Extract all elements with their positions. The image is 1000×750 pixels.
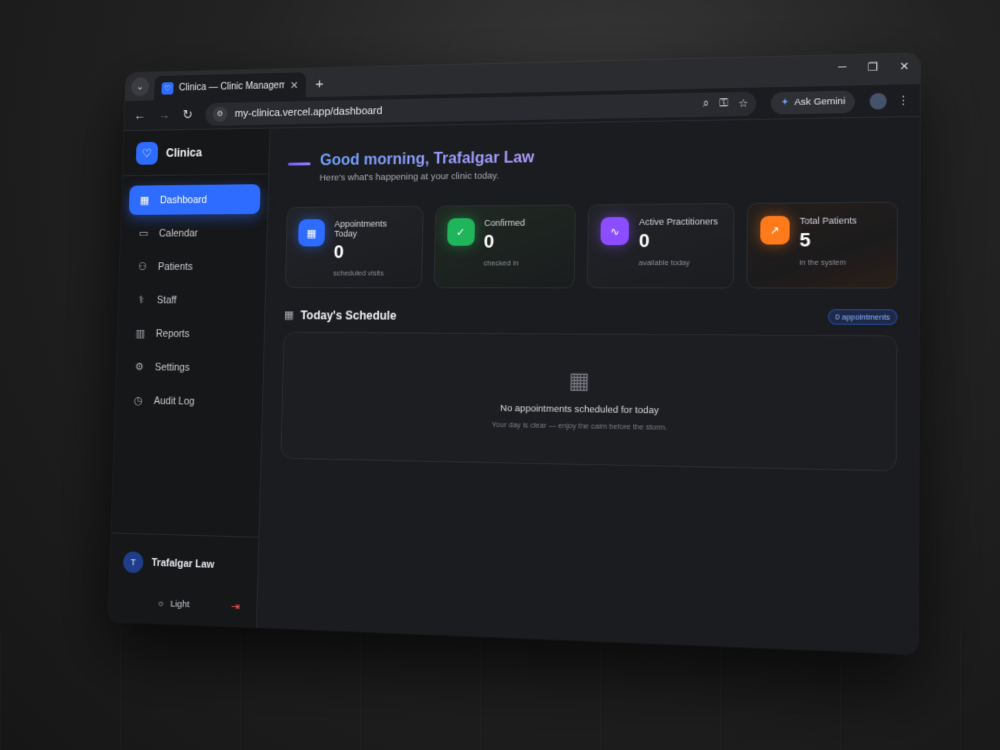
sidebar-footer: T Trafalgar Law ☼ Light ⇥ [108, 532, 259, 628]
stats-row: ▦ Appointments Today 0 scheduled visits … [284, 201, 899, 289]
sidebar-item-label: Dashboard [159, 193, 208, 206]
schedule-header: ▦ Today's Schedule 0 appointments [284, 308, 898, 325]
profile-avatar-icon[interactable] [869, 92, 887, 110]
url-text: my-clinica.vercel.app/dashboard [234, 104, 383, 120]
avatar: T [122, 551, 144, 574]
stat-card-appointments: ▦ Appointments Today 0 scheduled visits [284, 205, 424, 289]
users-icon: ⚇ [137, 261, 148, 273]
main-content: Good morning, Trafalgar Law Here's what'… [257, 117, 920, 654]
sidebar-item-label: Audit Log [153, 394, 195, 408]
sidebar-item-staff[interactable]: ⚕ Staff [126, 285, 258, 315]
empty-state-subtitle: Your day is clear — enjoy the calm befor… [491, 419, 668, 432]
sidebar-item-label: Reports [155, 327, 190, 340]
theme-label: Light [170, 598, 190, 611]
clock-icon: ◷ [133, 395, 143, 407]
tab-close-icon[interactable]: ✕ [290, 79, 299, 92]
sun-icon: ☼ [156, 598, 165, 610]
schedule-empty-state: ▦ No appointments scheduled for today Yo… [280, 331, 898, 472]
restore-icon[interactable]: ❐ [868, 60, 879, 74]
greeting-header: Good morning, Trafalgar Law Here's what'… [288, 144, 899, 184]
stat-label: Confirmed [484, 217, 526, 228]
tab-search-button[interactable]: ⌄ [130, 77, 150, 97]
sidebar-item-label: Settings [154, 361, 190, 374]
bookmark-star-icon[interactable]: ☆ [738, 97, 748, 110]
appointments-count-badge: 0 appointments [827, 309, 898, 325]
page-title: Good morning, Trafalgar Law [319, 149, 535, 170]
sidebar-item-audit-log[interactable]: ◷ Audit Log [122, 385, 255, 417]
sidebar-nav: ▦ Dashboard ▭ Calendar ⚇ Patients ⚕ Staf… [111, 174, 268, 536]
tab-title: Clinica — Clinic Management S [178, 80, 285, 93]
sidebar-item-dashboard[interactable]: ▦ Dashboard [128, 184, 261, 215]
stage: ⌄ ♡ Clinica — Clinic Management S ✕ + ─ … [0, 0, 1000, 750]
calendar-icon: ▦ [283, 309, 295, 322]
gemini-spark-icon: ✦ [780, 96, 790, 109]
brand-name: Clinica [165, 145, 203, 160]
stat-sub: in the system [799, 257, 847, 267]
stat-card-practitioners: ∿ Active Practitioners 0 available today [586, 203, 735, 289]
heart-logo-icon: ♡ [135, 141, 159, 165]
logout-icon[interactable]: ⇥ [231, 600, 240, 613]
calendar-icon: ▦ [298, 219, 326, 247]
kebab-menu-icon[interactable]: ⋮ [897, 94, 909, 108]
section-title: ▦ Today's Schedule [284, 308, 397, 322]
empty-calendar-icon: ▦ [568, 367, 590, 394]
user-name: Trafalgar Law [151, 557, 215, 571]
browser-tab[interactable]: ♡ Clinica — Clinic Management S ✕ [154, 72, 307, 101]
reload-icon[interactable]: ↻ [182, 107, 192, 122]
ask-gemini-button[interactable]: ✦ Ask Gemini [771, 90, 855, 115]
sidebar-item-calendar[interactable]: ▭ Calendar [128, 218, 260, 248]
stat-value: 0 [333, 242, 345, 263]
omnibox-actions: ⌕ ⚿ ☆ [703, 97, 749, 111]
favicon-icon: ♡ [161, 81, 174, 95]
browser-window: ⌄ ♡ Clinica — Clinic Management S ✕ + ─ … [108, 53, 921, 655]
page-subtitle: Here's what's happening at your clinic t… [319, 170, 500, 184]
sidebar-item-label: Calendar [158, 227, 199, 239]
stat-sub: available today [638, 258, 690, 268]
sidebar-footer-actions: ☼ Light ⇥ [122, 596, 244, 613]
theme-toggle-button[interactable]: ☼ Light [157, 598, 190, 610]
stat-label: Active Practitioners [639, 216, 718, 227]
minimize-icon[interactable]: ─ [838, 61, 846, 74]
calendar-icon: ▭ [138, 228, 149, 240]
stat-label: Total Patients [799, 215, 857, 226]
sidebar-item-patients[interactable]: ⚇ Patients [127, 251, 259, 281]
user-profile[interactable]: T Trafalgar Law [122, 551, 245, 577]
grid-icon: ▦ [139, 194, 150, 207]
gemini-label: Ask Gemini [794, 95, 846, 109]
stat-value: 5 [799, 230, 811, 252]
zoom-icon[interactable]: ⌕ [703, 98, 709, 111]
stat-sub: scheduled visits [333, 268, 384, 278]
app-root: ♡ Clinica ▦ Dashboard ▭ Calendar ⚇ Patie… [108, 117, 919, 654]
gear-icon: ⚙ [134, 361, 145, 374]
empty-state-title: No appointments scheduled for today [500, 402, 659, 417]
forward-arrow-icon[interactable]: → [158, 108, 170, 122]
sidebar-item-label: Staff [156, 294, 177, 306]
greeting-accent-bar [288, 162, 311, 166]
brand: ♡ Clinica [122, 128, 270, 177]
stat-value: 0 [483, 231, 495, 253]
sidebar: ♡ Clinica ▦ Dashboard ▭ Calendar ⚇ Patie… [108, 128, 271, 628]
sidebar-item-settings[interactable]: ⚙ Settings [123, 352, 255, 383]
sidebar-item-label: Patients [157, 260, 193, 273]
sidebar-item-reports[interactable]: ▥ Reports [125, 318, 257, 349]
stat-card-confirmed: ✓ Confirmed 0 checked in [433, 204, 576, 289]
stat-card-total-patients: ↗ Total Patients 5 in the system [745, 201, 899, 289]
new-tab-button[interactable]: + [315, 76, 324, 92]
trend-up-icon: ↗ [759, 215, 790, 245]
window-controls: ─ ❐ ✕ [838, 60, 909, 75]
password-key-icon[interactable]: ⚿ [719, 97, 728, 110]
stat-sub: checked in [483, 258, 519, 268]
site-info-icon[interactable]: ⚙ [212, 106, 228, 122]
toolbar-icons: ⋮ [869, 92, 910, 110]
check-circle-icon: ✓ [446, 218, 475, 246]
stat-value: 0 [638, 230, 650, 253]
schedule-title: Today's Schedule [300, 308, 397, 323]
staff-icon: ⚕ [138, 294, 145, 307]
activity-icon: ∿ [600, 217, 630, 246]
bar-chart-icon: ▥ [135, 328, 146, 340]
close-window-icon[interactable]: ✕ [899, 60, 909, 73]
back-arrow-icon[interactable]: ← [134, 108, 146, 122]
stat-label: Appointments Today [334, 218, 387, 239]
